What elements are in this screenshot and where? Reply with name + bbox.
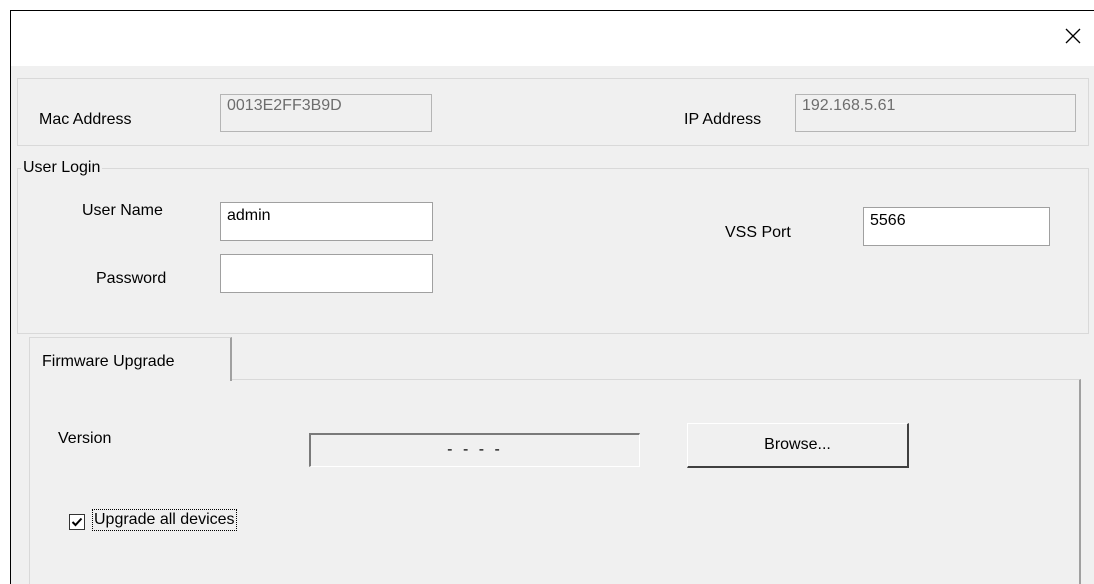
username-field[interactable] <box>220 202 433 241</box>
version-display: - - - - <box>309 433 640 467</box>
tab-firmware-upgrade[interactable]: Firmware Upgrade <box>29 337 232 381</box>
password-field[interactable] <box>220 254 433 293</box>
device-settings-window: Mac Address IP Address User Login User N… <box>10 10 1094 584</box>
version-label: Version <box>58 430 112 447</box>
close-icon <box>1065 28 1081 44</box>
firmware-upgrade-panel <box>29 379 1081 584</box>
device-info-group: Mac Address IP Address <box>17 78 1089 146</box>
ip-address-field[interactable] <box>795 94 1076 132</box>
checkmark-icon <box>71 517 83 527</box>
ip-address-label: IP Address <box>684 111 762 128</box>
mac-address-field[interactable] <box>220 94 432 132</box>
user-login-legend: User Login <box>21 158 103 178</box>
upgrade-all-checkbox[interactable] <box>69 514 85 530</box>
password-label: Password <box>96 270 167 287</box>
tab-firmware-upgrade-label: Firmware Upgrade <box>42 353 175 370</box>
vss-port-label: VSS Port <box>725 224 791 241</box>
mac-address-label: Mac Address <box>39 111 132 128</box>
username-label: User Name <box>82 202 163 219</box>
user-login-group: User Login User Name Password VSS Port <box>17 158 1089 334</box>
vss-port-field[interactable] <box>863 207 1050 246</box>
upgrade-all-label[interactable]: Upgrade all devices <box>92 509 237 531</box>
browse-button[interactable]: Browse... <box>687 423 909 468</box>
close-button[interactable] <box>1051 11 1094 61</box>
title-bar <box>11 11 1094 66</box>
